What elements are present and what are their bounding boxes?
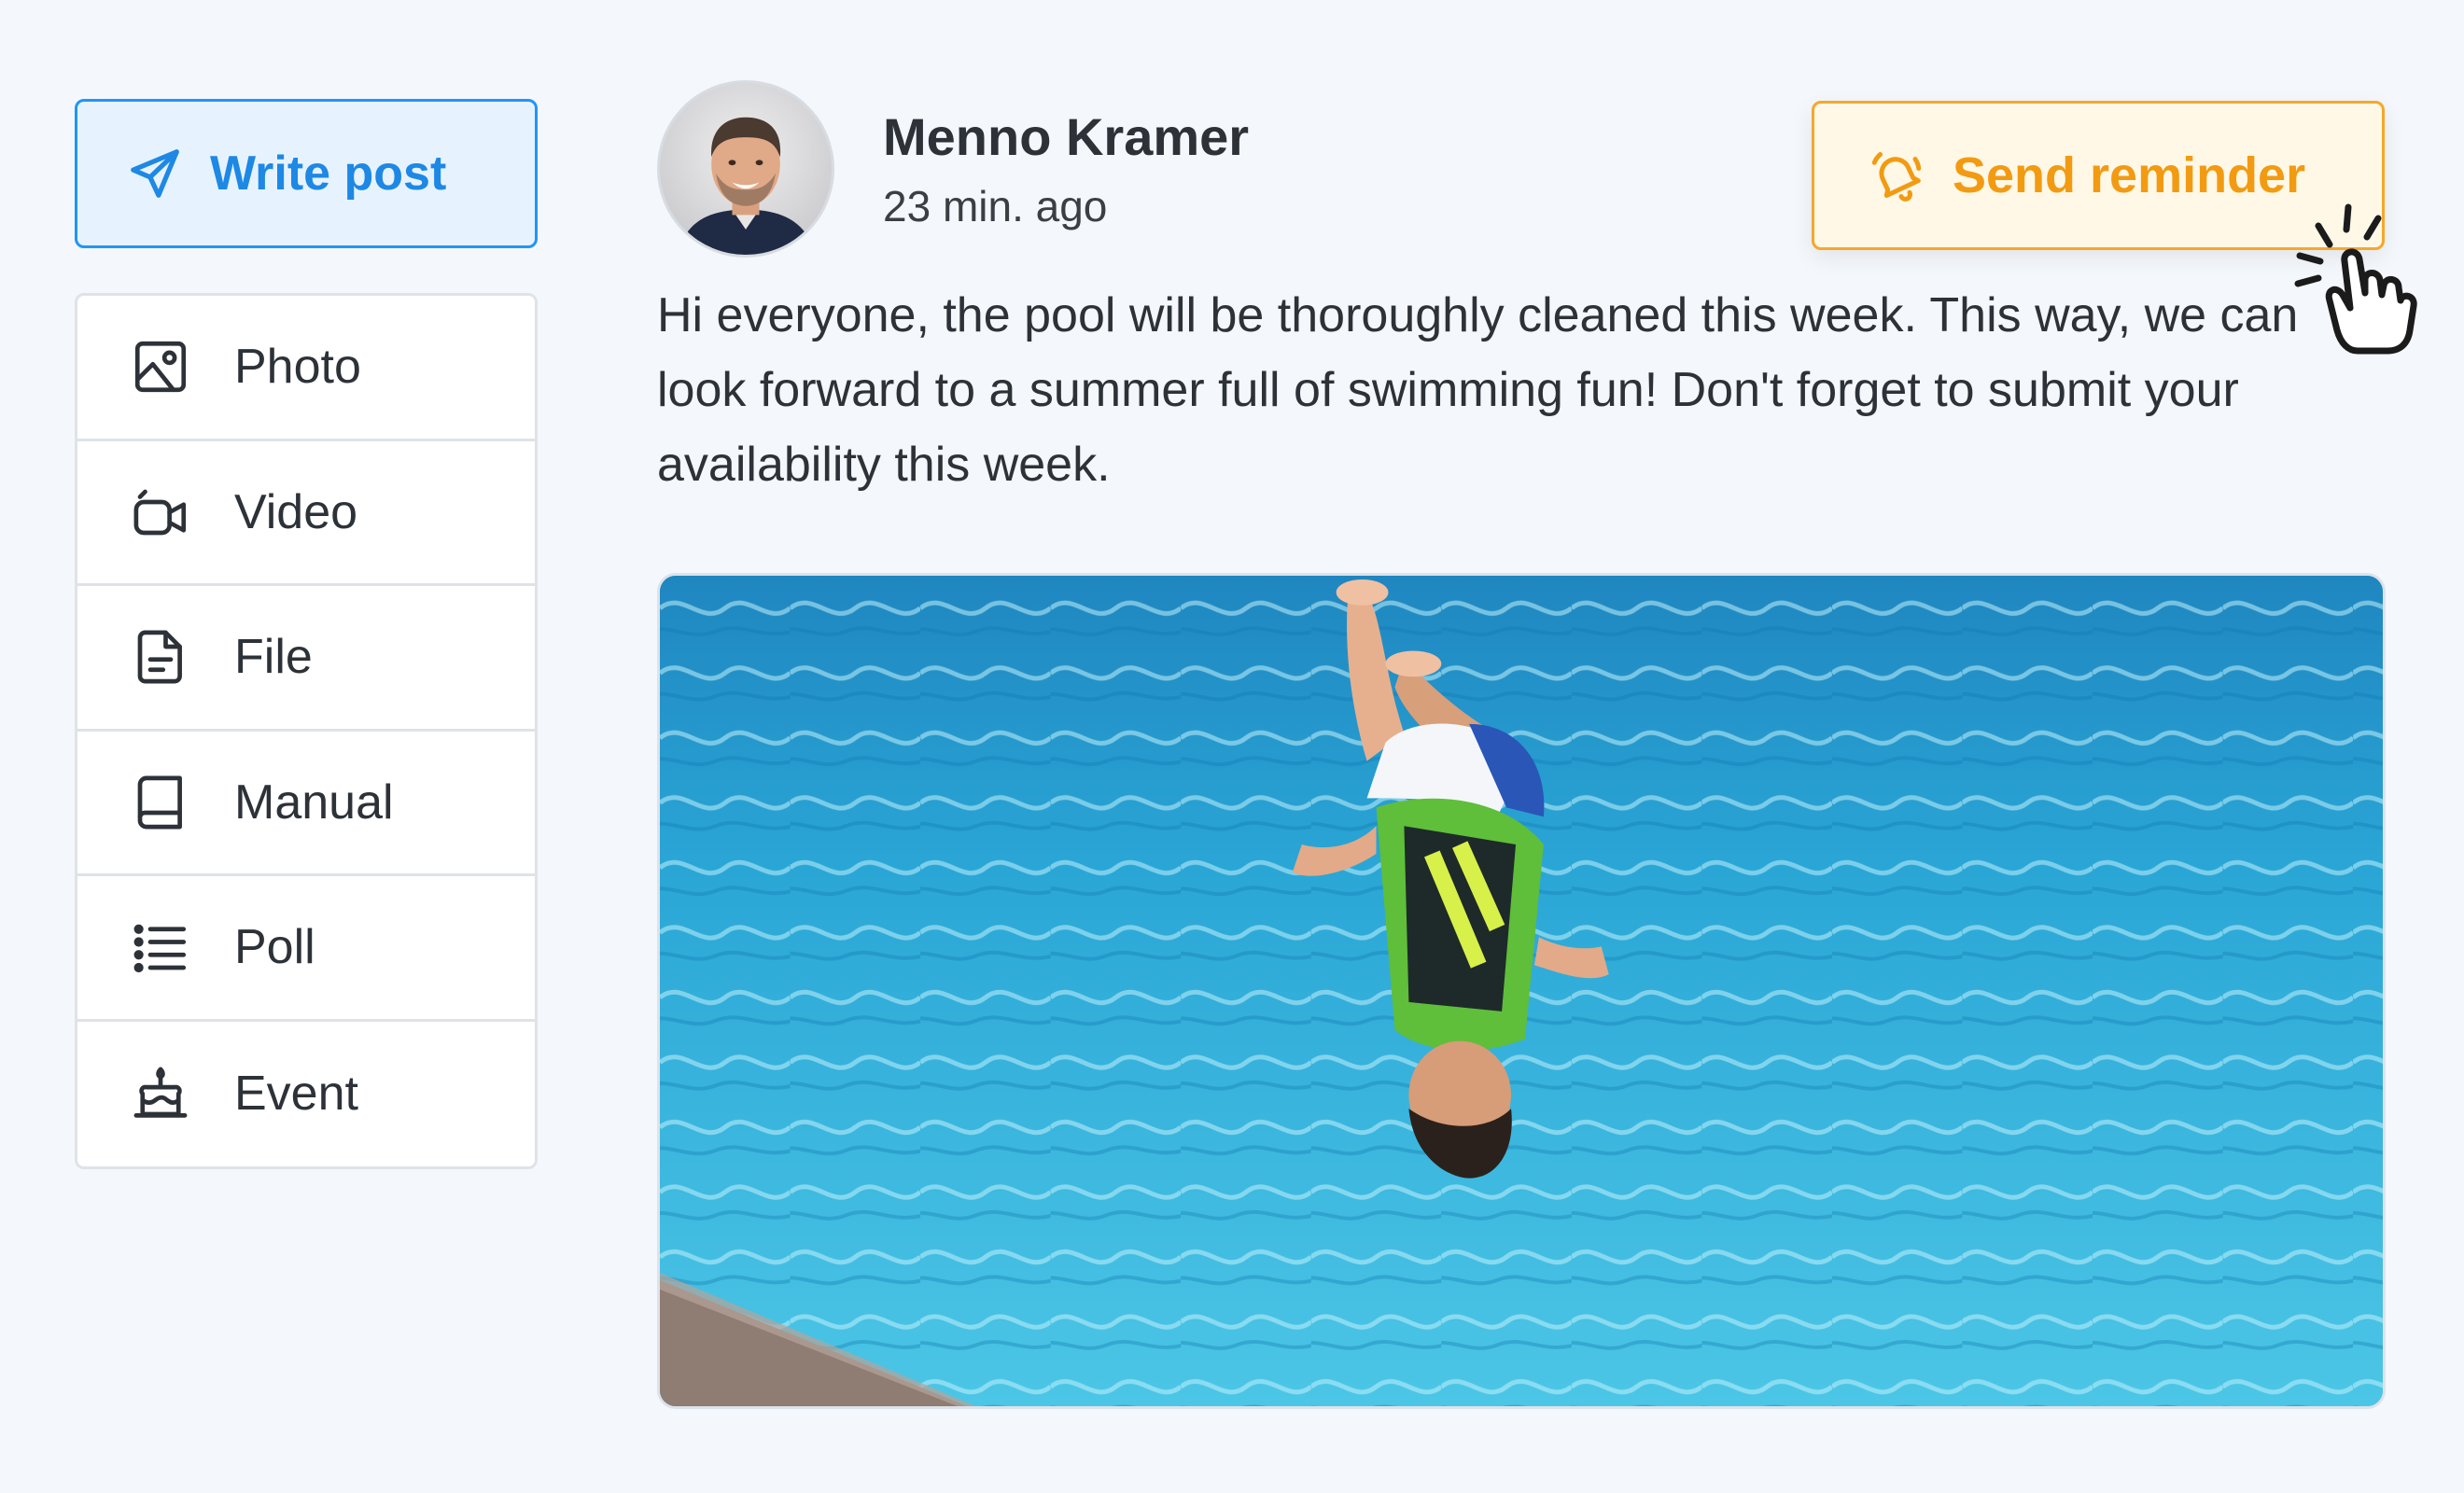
sidebar: Write post Photo Video File Manual Poll … bbox=[75, 99, 538, 1169]
menu-item-label: Poll bbox=[234, 920, 315, 975]
post-card: Menno Kramer 23 min. ago Send reminder H… bbox=[657, 80, 2417, 1409]
send-icon bbox=[131, 149, 179, 198]
book-icon bbox=[137, 775, 182, 830]
write-post-button[interactable]: Write post bbox=[75, 99, 538, 248]
menu-item-label: Photo bbox=[234, 340, 361, 395]
file-icon bbox=[137, 630, 182, 684]
post-photo[interactable] bbox=[657, 573, 2386, 1409]
bell-ringing-icon bbox=[1871, 152, 1922, 202]
menu-item-manual[interactable]: Manual bbox=[77, 732, 535, 876]
author-name[interactable]: Menno Kramer bbox=[883, 106, 1249, 167]
menu-item-poll[interactable]: Poll bbox=[77, 876, 535, 1022]
menu-item-label: Manual bbox=[234, 774, 394, 830]
post-header: Menno Kramer 23 min. ago Send reminder bbox=[657, 80, 2417, 355]
post-body: Hi everyone, the pool will be thoroughly… bbox=[657, 288, 2299, 492]
menu-item-label: Video bbox=[234, 484, 358, 539]
post-type-menu: Photo Video File Manual Poll Event bbox=[75, 293, 538, 1169]
avatar[interactable] bbox=[657, 80, 834, 258]
menu-item-file[interactable]: File bbox=[77, 586, 535, 732]
cake-icon bbox=[133, 1067, 188, 1118]
video-icon bbox=[133, 489, 187, 536]
menu-item-video[interactable]: Video bbox=[77, 441, 535, 586]
menu-item-label: File bbox=[234, 630, 313, 685]
send-reminder-label: Send reminder bbox=[1953, 147, 2306, 203]
menu-item-event[interactable]: Event bbox=[77, 1022, 535, 1167]
hand-pointer-icon bbox=[2294, 203, 2417, 355]
write-post-label: Write post bbox=[210, 147, 447, 201]
menu-item-label: Event bbox=[234, 1067, 358, 1122]
menu-item-photo[interactable]: Photo bbox=[77, 296, 535, 441]
list-icon bbox=[133, 924, 187, 973]
photo-icon bbox=[134, 342, 187, 393]
post-timestamp: 23 min. ago bbox=[883, 182, 1108, 230]
